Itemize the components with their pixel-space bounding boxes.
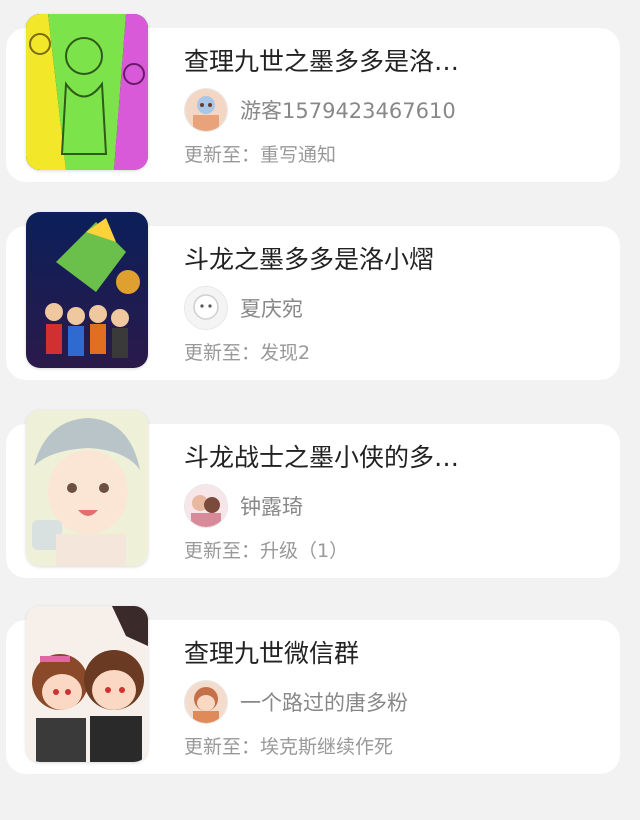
update-line: 更新至：重写通知 bbox=[184, 140, 336, 167]
author-name: 一个路过的唐多粉 bbox=[240, 691, 408, 715]
update-prefix: 更新至： bbox=[184, 540, 261, 562]
author-row[interactable]: 游客1579423467610 bbox=[184, 88, 456, 132]
update-prefix: 更新至： bbox=[184, 342, 261, 364]
story-card[interactable]: 斗龙之墨多多是洛小熠 夏庆宛 更新至：发现2 bbox=[6, 212, 620, 380]
update-chapter: 重写通知 bbox=[260, 144, 337, 166]
update-line: 更新至：埃克斯继续作死 bbox=[184, 732, 393, 759]
cover-image[interactable] bbox=[26, 212, 148, 368]
update-line: 更新至：升级（1） bbox=[184, 536, 348, 563]
update-prefix: 更新至： bbox=[184, 144, 261, 166]
cover-image[interactable] bbox=[26, 410, 148, 566]
cover-image[interactable] bbox=[26, 14, 148, 170]
author-row[interactable]: 夏庆宛 bbox=[184, 286, 303, 330]
update-prefix: 更新至： bbox=[184, 736, 261, 758]
update-chapter: 埃克斯继续作死 bbox=[260, 736, 394, 758]
author-row[interactable]: 钟露琦 bbox=[184, 484, 303, 528]
story-title[interactable]: 查理九世之墨多多是洛… bbox=[184, 46, 484, 78]
story-title[interactable]: 斗龙战士之墨小侠的多… bbox=[184, 442, 484, 474]
story-title[interactable]: 斗龙之墨多多是洛小熠 bbox=[184, 244, 484, 276]
author-name: 夏庆宛 bbox=[240, 297, 303, 321]
avatar[interactable] bbox=[184, 680, 228, 724]
author-name: 游客1579423467610 bbox=[240, 99, 456, 123]
story-title[interactable]: 查理九世微信群 bbox=[184, 638, 484, 670]
story-list: 查理九世之墨多多是洛… 游客1579423467610 更新至：重写通知 斗龙之… bbox=[0, 0, 640, 820]
update-chapter: 发现2 bbox=[260, 342, 311, 364]
update-line: 更新至：发现2 bbox=[184, 338, 310, 365]
story-card[interactable]: 查理九世微信群 一个路过的唐多粉 更新至：埃克斯继续作死 bbox=[6, 606, 620, 774]
story-card[interactable]: 斗龙战士之墨小侠的多… 钟露琦 更新至：升级（1） bbox=[6, 410, 620, 578]
author-row[interactable]: 一个路过的唐多粉 bbox=[184, 680, 408, 724]
avatar[interactable] bbox=[184, 88, 228, 132]
avatar[interactable] bbox=[184, 286, 228, 330]
avatar[interactable] bbox=[184, 484, 228, 528]
author-name: 钟露琦 bbox=[240, 495, 303, 519]
update-chapter: 升级（1） bbox=[260, 540, 349, 562]
story-card[interactable]: 查理九世之墨多多是洛… 游客1579423467610 更新至：重写通知 bbox=[6, 14, 620, 182]
cover-image[interactable] bbox=[26, 606, 148, 762]
